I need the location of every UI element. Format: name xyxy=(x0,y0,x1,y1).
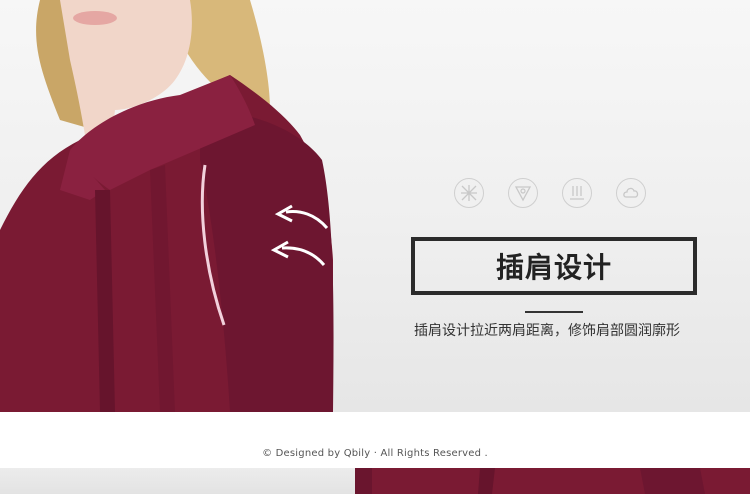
hero-section: 插肩设计 插肩设计拉近两肩距离，修饰肩部圆润廓形 xyxy=(0,0,750,412)
breathable-icon xyxy=(454,178,484,208)
next-section-preview xyxy=(0,468,750,494)
comfort-icon xyxy=(616,178,646,208)
feature-title: 插肩设计 xyxy=(495,251,612,284)
feature-description: 插肩设计拉近两肩距离，修饰肩部圆润廓形 xyxy=(414,323,680,339)
lips xyxy=(73,11,117,25)
divider xyxy=(525,311,583,313)
feature-icons xyxy=(454,178,654,214)
footer: © Designed by Qbily · All Rights Reserve… xyxy=(0,412,750,468)
soft-icon xyxy=(508,178,538,208)
next-photo-crop xyxy=(355,468,750,494)
copyright-text: © Designed by Qbily · All Rights Reserve… xyxy=(262,448,488,459)
drape-icon xyxy=(562,178,592,208)
feature-title-frame: 插肩设计 xyxy=(411,237,697,295)
